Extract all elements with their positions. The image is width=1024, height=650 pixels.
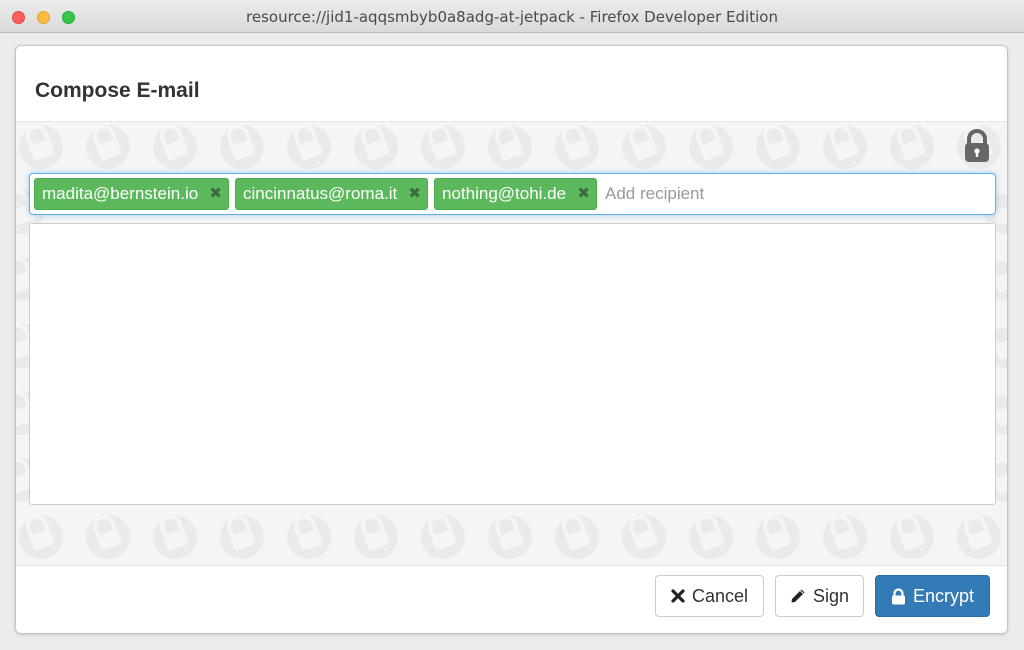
- compose-dialog: Compose E-mail madita@bernstein.io ✖ cin…: [15, 45, 1008, 634]
- lock-icon: [891, 587, 905, 604]
- dialog-title: Compose E-mail: [35, 79, 200, 102]
- remove-icon[interactable]: ✖: [408, 179, 421, 209]
- recipient-email: nothing@tohi.de: [442, 184, 567, 203]
- dialog-header: Compose E-mail: [16, 46, 1007, 122]
- lock-icon: [965, 129, 989, 162]
- dialog-body: madita@bernstein.io ✖ cincinnatus@roma.i…: [16, 122, 1007, 565]
- recipient-email: madita@bernstein.io: [42, 184, 199, 203]
- dialog-footer: Cancel Sign Encrypt: [16, 565, 1007, 633]
- sign-button[interactable]: Sign: [775, 575, 864, 617]
- sign-button-label: Sign: [812, 585, 850, 606]
- encrypt-button-label: Encrypt: [912, 585, 975, 606]
- recipient-tag: nothing@tohi.de ✖: [434, 178, 597, 210]
- recipient-email: cincinnatus@roma.it: [243, 184, 398, 203]
- message-body[interactable]: [29, 223, 996, 505]
- pencil-icon: [791, 589, 805, 603]
- title-bar: resource://jid1-aqqsmbyb0a8adg-at-jetpac…: [0, 0, 1024, 33]
- window-title: resource://jid1-aqqsmbyb0a8adg-at-jetpac…: [246, 8, 778, 26]
- encrypt-button[interactable]: Encrypt: [875, 575, 990, 617]
- cancel-button[interactable]: Cancel: [655, 575, 764, 617]
- app-window: resource://jid1-aqqsmbyb0a8adg-at-jetpac…: [0, 0, 1024, 650]
- recipient-field[interactable]: madita@bernstein.io ✖ cincinnatus@roma.i…: [29, 173, 996, 215]
- remove-icon[interactable]: ✖: [209, 179, 222, 209]
- add-recipient-input[interactable]: [603, 178, 983, 210]
- cancel-button-label: Cancel: [691, 585, 749, 606]
- recipient-tag: cincinnatus@roma.it ✖: [235, 178, 428, 210]
- recipient-tag: madita@bernstein.io ✖: [34, 178, 229, 210]
- remove-icon[interactable]: ✖: [577, 179, 590, 209]
- times-icon: [671, 589, 685, 603]
